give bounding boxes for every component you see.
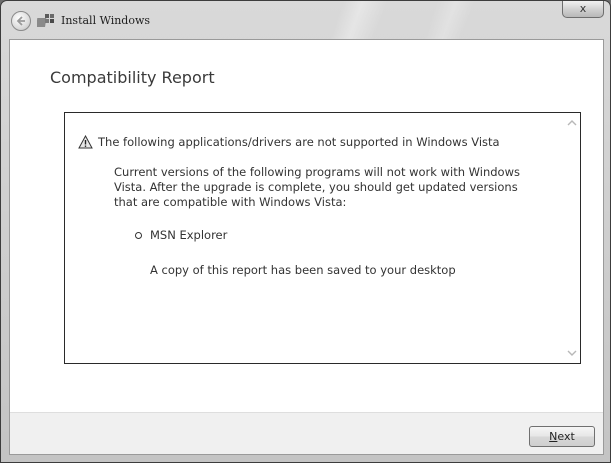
- report-paragraph: Current versions of the following progra…: [114, 165, 520, 209]
- vertical-scrollbar[interactable]: [563, 113, 580, 363]
- wizard-content: Compatibility Report The following appli…: [9, 39, 604, 455]
- title-bar[interactable]: Install Windows x: [1, 1, 610, 39]
- window-title: Install Windows: [61, 14, 151, 27]
- install-windows-window: Install Windows x Compatibility Report T…: [0, 0, 611, 463]
- close-button[interactable]: x: [562, 1, 604, 18]
- page-title: Compatibility Report: [50, 68, 215, 87]
- warning-line: The following applications/drivers are n…: [78, 135, 500, 149]
- windows-setup-icon: [37, 14, 54, 27]
- back-button[interactable]: [11, 11, 31, 31]
- saved-note: A copy of this report has been saved to …: [150, 263, 456, 277]
- close-icon: x: [579, 2, 587, 15]
- compatibility-report-box[interactable]: The following applications/drivers are n…: [64, 112, 581, 364]
- warning-text: The following applications/drivers are n…: [98, 135, 500, 149]
- list-item-label: MSN Explorer: [150, 228, 228, 242]
- back-arrow-icon: [16, 16, 25, 26]
- list-item: MSN Explorer: [135, 228, 227, 242]
- scroll-down-arrow-icon[interactable]: [566, 347, 578, 359]
- next-label-rest: ext: [557, 430, 575, 443]
- wizard-footer: Next: [10, 413, 603, 454]
- bullet-icon: [135, 231, 142, 239]
- warning-icon: [78, 135, 93, 149]
- next-button[interactable]: Next: [529, 426, 595, 447]
- scroll-up-arrow-icon[interactable]: [566, 117, 578, 129]
